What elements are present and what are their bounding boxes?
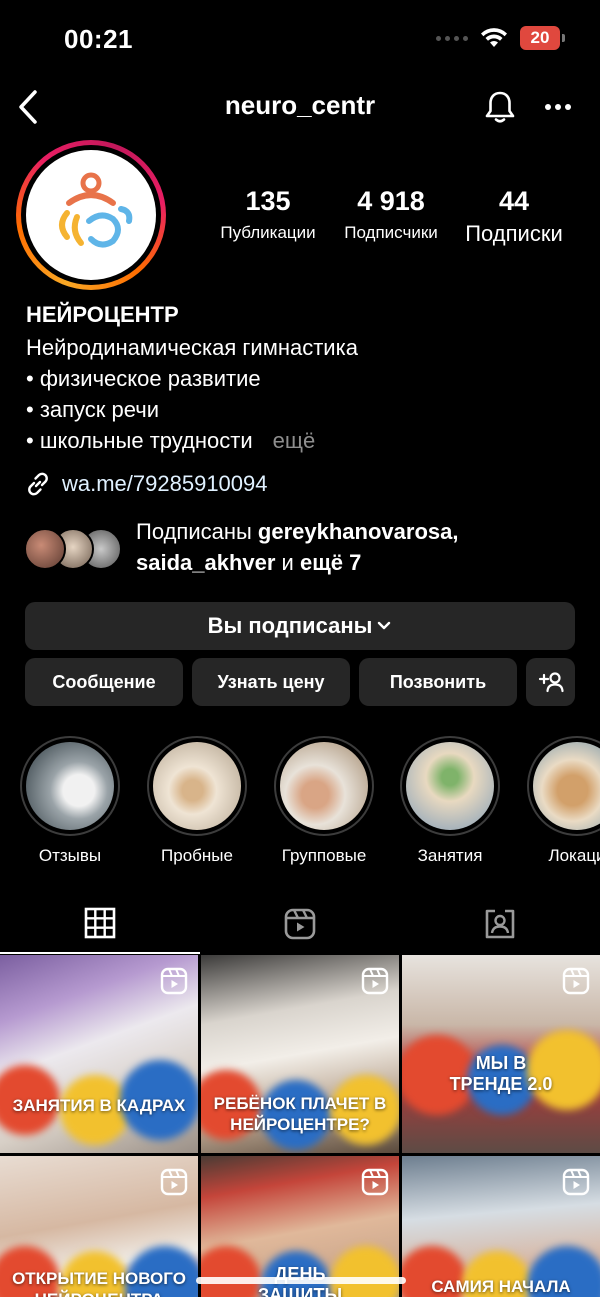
stat-posts[interactable]: 135 Публикации [206, 186, 330, 247]
tagged-user-icon [485, 909, 515, 939]
more-dots-icon [545, 104, 571, 110]
stat-value: 44 [498, 186, 530, 216]
post-caption: ЗАНЯТИЯ В КАДРАХ [12, 1096, 186, 1115]
status-time: 00:21 [64, 24, 133, 54]
reels-icon [160, 1168, 188, 1196]
bell-icon [485, 91, 515, 123]
tab-reels[interactable] [200, 894, 400, 954]
brand-logo [26, 150, 156, 280]
home-indicator[interactable] [196, 1277, 406, 1284]
bio-line: Нейродинамическая гимнастика [26, 335, 358, 360]
post-caption: САМИЯ НАЧАЛА [431, 1277, 571, 1296]
profile-stats: 135 Публикации 4 918 Подписчики 44 Подпи… [206, 186, 586, 247]
notifications-button[interactable] [480, 86, 520, 128]
stat-value: 4 918 [357, 186, 425, 216]
post-thumbnail[interactable]: РЕБЁНОК ПЛАЧЕТ В НЕЙРОЦЕНТРЕ? [201, 955, 399, 1153]
profile-bio: НЕЙРОЦЕНТР Нейродинамическая гимнастика … [26, 302, 586, 456]
post-thumbnail[interactable]: ОТКРЫТИЕ НОВОГО НЕЙРОЦЕНТРА [0, 1156, 198, 1297]
post-thumbnail[interactable]: ДЕНЬ ЗАЩИТЫ ДЕТЕЙ [201, 1156, 399, 1297]
bio-more-link[interactable]: ещё [273, 428, 316, 453]
stat-label: Публикации [220, 223, 316, 242]
highlight-group[interactable]: Групповые [274, 736, 374, 866]
get-price-button[interactable]: Узнать цену [192, 658, 350, 706]
highlight-cover [153, 742, 241, 830]
link-icon [28, 472, 48, 496]
suggested-users-button[interactable] [526, 658, 575, 706]
stat-followers[interactable]: 4 918 Подписчики [330, 186, 452, 247]
post-thumbnail[interactable]: МЫ В ТРЕНДЕ 2.0 [402, 955, 600, 1153]
message-button[interactable]: Сообщение [25, 658, 183, 706]
story-highlights: Отзывы Пробные Групповые Занятия Локаци [0, 736, 600, 876]
reels-icon [361, 1168, 389, 1196]
profile-tabs [0, 894, 600, 954]
cellular-signal-icon [436, 35, 468, 41]
highlight-label: Локаци [548, 846, 600, 865]
post-thumbnail[interactable]: ЗАНЯТИЯ В КАДРАХ [0, 955, 198, 1153]
neurocenter-logo-icon [59, 172, 133, 248]
followed-by-row[interactable]: Подписаны gereykhanovarosa, saida_akhver… [24, 516, 584, 578]
status-indicators: 20 [436, 26, 565, 50]
highlight-cover [533, 742, 600, 830]
highlight-trial[interactable]: Пробные [147, 736, 247, 866]
tab-tagged[interactable] [400, 894, 600, 954]
mutual-avatars [24, 522, 126, 572]
more-options-button[interactable] [538, 86, 578, 128]
followed-by-text: Подписаны gereykhanovarosa, saida_akhver… [136, 519, 459, 575]
stat-label: Подписчики [344, 223, 438, 242]
avatar [24, 528, 66, 570]
highlight-label: Групповые [281, 846, 367, 865]
reels-icon [562, 1168, 590, 1196]
call-button[interactable]: Позвонить [359, 658, 517, 706]
reels-icon [361, 967, 389, 995]
post-caption: ОТКРЫТИЕ НОВОГО НЕЙРОЦЕНТРА [12, 1269, 186, 1297]
reels-icon [284, 908, 316, 940]
add-user-icon [538, 672, 564, 693]
chevron-down-icon [378, 621, 391, 630]
stat-following[interactable]: 44 Подписки [452, 186, 576, 247]
profile-header: neuro_centr [0, 80, 600, 134]
link-text: wa.me/79285910094 [62, 471, 268, 496]
profile-avatar[interactable] [16, 140, 166, 290]
status-bar: 00:21 20 [0, 0, 600, 80]
bio-line: • запуск речи [26, 397, 160, 422]
highlight-lessons[interactable]: Занятия [400, 736, 500, 866]
highlight-label: Отзывы [38, 846, 102, 865]
battery-indicator: 20 [520, 26, 565, 50]
grid-icon [84, 907, 116, 939]
following-label: Вы подписаны [207, 613, 373, 638]
post-thumbnail[interactable]: САМИЯ НАЧАЛА [402, 1156, 600, 1297]
bio-line: • школьные трудности ещё [26, 428, 316, 453]
bio-line: • физическое развитие [26, 366, 261, 391]
profile-name: НЕЙРОЦЕНТР [26, 302, 179, 327]
following-button[interactable]: Вы подписаны [25, 602, 575, 650]
highlight-cover [26, 742, 114, 830]
highlight-cover [406, 742, 494, 830]
tab-posts-grid[interactable] [0, 894, 200, 954]
reels-icon [160, 967, 188, 995]
post-caption: МЫ В ТРЕНДЕ 2.0 [449, 1053, 553, 1094]
highlight-label: Пробные [161, 846, 233, 865]
highlight-reviews[interactable]: Отзывы [20, 736, 120, 866]
stat-value: 135 [245, 186, 291, 216]
highlight-label: Занятия [417, 846, 483, 865]
reels-icon [562, 967, 590, 995]
highlight-cover [280, 742, 368, 830]
wifi-icon [481, 28, 507, 47]
profile-link[interactable]: wa.me/79285910094 [24, 470, 268, 498]
highlight-locations[interactable]: Локаци [527, 736, 600, 866]
post-caption: РЕБЁНОК ПЛАЧЕТ В НЕЙРОЦЕНТРЕ? [213, 1094, 387, 1134]
stat-label: Подписки [465, 221, 563, 246]
